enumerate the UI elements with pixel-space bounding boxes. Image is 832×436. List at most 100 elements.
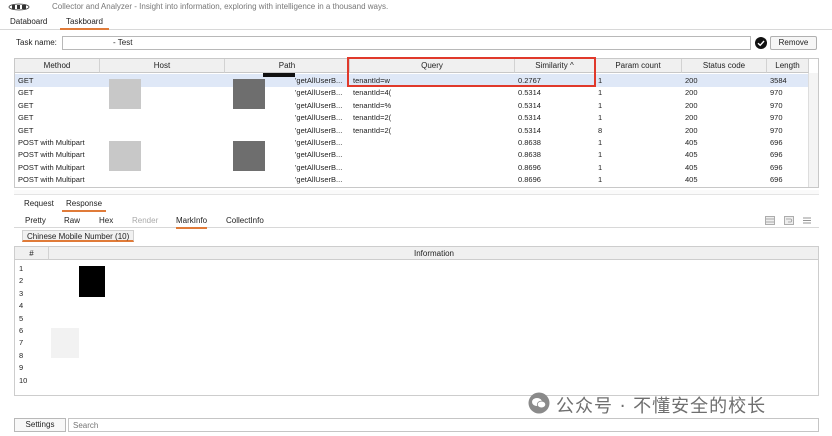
redaction-mask xyxy=(109,79,141,109)
column-header-length[interactable]: Length xyxy=(767,59,809,73)
tab-render[interactable]: Render xyxy=(132,215,158,227)
cell-status: 200 xyxy=(685,113,698,123)
tab-pretty[interactable]: Pretty xyxy=(25,215,46,227)
tab-chinese-mobile-number[interactable]: Chinese Mobile Number (10) xyxy=(22,230,135,242)
cell-param-count: 1 xyxy=(598,150,603,160)
cell-param-count: 1 xyxy=(598,175,603,185)
tab-response[interactable]: Response xyxy=(62,198,107,212)
cell-method: GET xyxy=(18,100,34,110)
cell-status: 405 xyxy=(685,175,698,185)
cell-length: 696 xyxy=(770,150,783,160)
cell-status: 405 xyxy=(685,162,698,172)
cell-param-count: 1 xyxy=(598,100,603,110)
cell-length: 970 xyxy=(770,100,783,110)
cell-status: 405 xyxy=(685,150,698,160)
cell-param-count: 8 xyxy=(598,125,603,135)
cell-method: GET xyxy=(18,125,34,135)
remove-button[interactable]: Remove xyxy=(770,36,817,50)
table-row[interactable]: POST with Multipart 'getAllUserB... 0.8696… xyxy=(15,173,809,186)
cell-similarity: 0.8638 xyxy=(518,138,541,147)
info-table: # Information 1 2 3 4 5 6 7 8 9 10 xyxy=(14,246,819,396)
task-name-input[interactable]: - Test xyxy=(62,36,751,50)
column-header-status-code[interactable]: Status code xyxy=(682,59,767,73)
cell-method: POST with Multipart xyxy=(18,138,85,147)
cell-similarity: 0.5314 xyxy=(518,113,541,123)
redaction-mask xyxy=(51,328,79,358)
cell-similarity: 0.8638 xyxy=(518,150,541,160)
column-header-param-count[interactable]: Param count xyxy=(595,59,682,73)
cell-query xyxy=(350,173,515,186)
info-row-index: 3 xyxy=(19,288,24,298)
info-row-index: 7 xyxy=(19,338,24,348)
table-row[interactable]: GET 'getAllUserB... tenantId=2(0.5314 8 200 9… xyxy=(15,124,809,137)
tab-collectinfo[interactable]: CollectInfo xyxy=(226,215,264,227)
cell-similarity: 0.8696 xyxy=(518,162,541,172)
cell-path: 'getAllUserB... xyxy=(295,113,343,123)
wrap-icon[interactable] xyxy=(784,216,794,225)
redaction-mask xyxy=(233,79,265,109)
info-row-index: 10 xyxy=(19,375,28,385)
info-row-index: 9 xyxy=(19,363,24,373)
cell-param-count: 1 xyxy=(598,88,603,98)
cell-host xyxy=(100,173,225,186)
tab-taskboard[interactable]: Taskboard xyxy=(60,16,109,30)
info-row-index: 5 xyxy=(19,313,24,323)
tab-databoard[interactable]: Databoard xyxy=(10,16,47,28)
column-header-host[interactable]: Host xyxy=(100,59,225,73)
task-name-value: - Test xyxy=(113,38,133,47)
cell-method: POST with Multipart xyxy=(18,175,85,185)
cell-similarity: 0.8696 xyxy=(518,175,541,185)
cell-path: 'getAllUserB... xyxy=(295,125,343,135)
cell-query: tenantId=4( xyxy=(353,88,392,98)
cell-length: 696 xyxy=(770,162,783,172)
cell-path: 'getAllUserB... xyxy=(295,175,343,185)
tab-raw[interactable]: Raw xyxy=(64,215,80,227)
app-tagline: Collector and Analyzer - Insight into in… xyxy=(52,2,389,11)
cell-param-count: 1 xyxy=(598,76,603,85)
cell-query xyxy=(350,161,515,174)
column-header-index[interactable]: # xyxy=(15,247,49,260)
tab-request[interactable]: Request xyxy=(24,198,54,210)
cell-query: tenantId=% xyxy=(353,100,392,110)
cell-method: POST with Multipart xyxy=(18,150,85,160)
menu-icon[interactable] xyxy=(802,216,812,225)
cell-query: tenantId=2( xyxy=(353,125,392,135)
cell-status: 405 xyxy=(685,138,698,147)
cell-length: 970 xyxy=(770,88,783,98)
cell-method: GET xyxy=(18,113,34,123)
search-input[interactable] xyxy=(68,418,819,432)
info-row-index: 6 xyxy=(19,326,24,335)
highlight-box xyxy=(347,57,596,87)
column-header-information[interactable]: Information xyxy=(49,247,818,260)
cell-length: 696 xyxy=(770,138,783,147)
layout-icon[interactable] xyxy=(765,216,775,225)
cell-similarity: 0.5314 xyxy=(518,125,541,135)
cell-status: 200 xyxy=(685,88,698,98)
settings-button[interactable]: Settings xyxy=(14,418,66,432)
cell-method: POST with Multipart xyxy=(18,162,85,172)
cell-param-count: 1 xyxy=(598,162,603,172)
cell-method: GET xyxy=(18,76,34,85)
main-tab-bar: Databoard Taskboard xyxy=(0,14,832,30)
wechat-icon xyxy=(528,392,550,414)
column-header-path[interactable]: Path xyxy=(225,59,350,73)
watermark-text: 公众号 · 不懂安全的校长 xyxy=(556,396,767,417)
cell-query xyxy=(350,148,515,161)
table-row[interactable]: GET 'getAllUserB... tenantId=2(0.5314 1 200 9… xyxy=(15,111,809,124)
column-header-method[interactable]: Method xyxy=(15,59,100,73)
cell-host xyxy=(100,124,225,137)
redaction-mask xyxy=(109,141,141,171)
info-row-index: 1 xyxy=(19,264,24,273)
pane-splitter[interactable] xyxy=(14,190,819,195)
check-icon[interactable] xyxy=(755,37,767,49)
cell-similarity: 0.5314 xyxy=(518,88,541,98)
table-scrollbar[interactable] xyxy=(808,73,818,187)
cell-similarity: 0.5314 xyxy=(518,100,541,110)
cell-param-count: 1 xyxy=(598,113,603,123)
redaction-mask xyxy=(79,266,105,297)
task-name-label: Task name: xyxy=(16,38,57,47)
tab-hex[interactable]: Hex xyxy=(99,215,113,227)
tab-markinfo[interactable]: MarkInfo xyxy=(176,215,208,229)
cell-length: 3584 xyxy=(770,76,787,85)
cell-query xyxy=(350,136,515,149)
